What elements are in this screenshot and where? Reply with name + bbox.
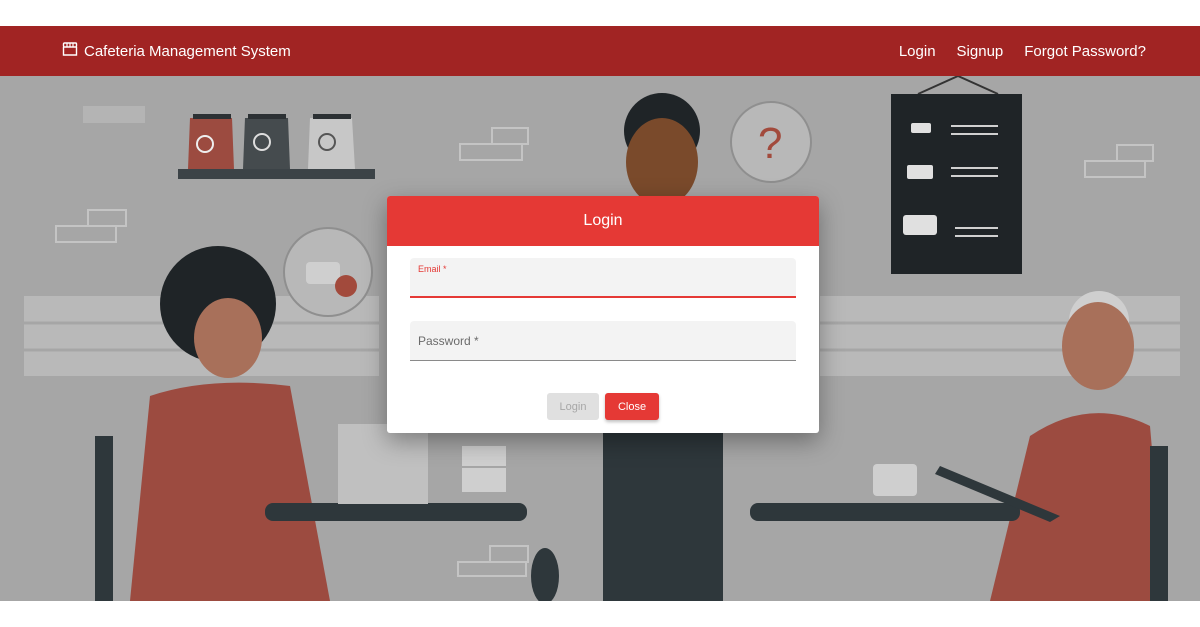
- page-footer-space: [0, 601, 1200, 627]
- email-field[interactable]: Email *: [410, 258, 796, 298]
- nav-signup-link[interactable]: Signup: [957, 43, 1004, 60]
- top-navbar: Cafeteria Management System Login Signup…: [0, 26, 1200, 76]
- login-dialog: Login Email * Password * Login Close: [387, 196, 819, 433]
- brand-title: Cafeteria Management System: [84, 42, 291, 60]
- password-label: Password *: [418, 334, 479, 348]
- close-button[interactable]: Close: [605, 393, 659, 420]
- brand[interactable]: Cafeteria Management System: [62, 41, 291, 61]
- dialog-title: Login: [583, 212, 623, 229]
- nav-links: Login Signup Forgot Password?: [899, 43, 1146, 60]
- login-button[interactable]: Login: [547, 393, 599, 420]
- email-label: Email *: [418, 264, 447, 274]
- nav-forgot-password-link[interactable]: Forgot Password?: [1024, 43, 1146, 60]
- storefront-icon: [62, 41, 78, 61]
- dialog-actions: Login Close: [387, 393, 819, 420]
- password-field[interactable]: Password *: [410, 321, 796, 361]
- dialog-header: Login: [387, 196, 819, 246]
- nav-login-link[interactable]: Login: [899, 43, 936, 60]
- email-input[interactable]: [418, 276, 782, 294]
- question-mark-glyph: ?: [758, 119, 782, 168]
